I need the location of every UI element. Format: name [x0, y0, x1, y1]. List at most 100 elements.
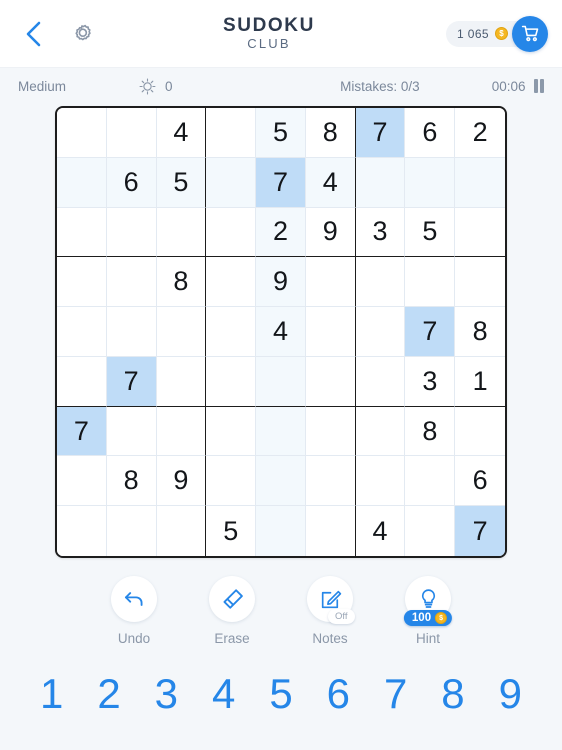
- numpad-key-3[interactable]: 3: [141, 673, 192, 715]
- cell-r9c4[interactable]: 5: [206, 506, 257, 556]
- cell-r3c6[interactable]: 9: [305, 207, 356, 258]
- cell-r3c1[interactable]: [57, 207, 107, 258]
- cell-r7c5[interactable]: [256, 406, 306, 457]
- cell-r5c6[interactable]: [305, 307, 356, 357]
- cell-r6c2[interactable]: 7: [106, 356, 157, 407]
- cell-r3c3[interactable]: [156, 207, 207, 258]
- cell-r7c9[interactable]: [455, 406, 505, 457]
- cell-r8c1[interactable]: [57, 456, 107, 507]
- cell-r3c8[interactable]: 5: [405, 207, 456, 258]
- cell-r2c4[interactable]: [206, 157, 257, 208]
- cell-r2c1[interactable]: [57, 157, 107, 208]
- cell-r4c9[interactable]: [455, 257, 505, 308]
- numpad-key-4[interactable]: 4: [198, 673, 249, 715]
- cell-r3c5[interactable]: 2: [256, 207, 306, 258]
- back-button[interactable]: [14, 15, 52, 53]
- cell-r2c8[interactable]: [405, 157, 456, 208]
- numpad-key-6[interactable]: 6: [313, 673, 364, 715]
- cell-r5c8[interactable]: 7: [405, 307, 456, 357]
- numpad-key-1[interactable]: 1: [26, 673, 77, 715]
- cell-r1c2[interactable]: [106, 108, 157, 158]
- number-pad[interactable]: 123456789: [0, 646, 562, 750]
- erase-button[interactable]: Erase: [202, 576, 262, 646]
- cell-r9c5[interactable]: [256, 506, 306, 556]
- cell-r9c3[interactable]: [156, 506, 207, 556]
- cell-r6c6[interactable]: [305, 356, 356, 407]
- cell-r6c3[interactable]: [156, 356, 207, 407]
- cell-r7c7[interactable]: [355, 406, 406, 457]
- numpad-key-7[interactable]: 7: [370, 673, 421, 715]
- cell-r5c1[interactable]: [57, 307, 107, 357]
- cell-r8c8[interactable]: [405, 456, 456, 507]
- shop-button[interactable]: [512, 15, 548, 52]
- cell-r8c5[interactable]: [256, 456, 306, 507]
- cell-r2c2[interactable]: 6: [106, 157, 157, 208]
- cell-r9c7[interactable]: 4: [355, 506, 406, 556]
- undo-button[interactable]: Undo: [104, 576, 164, 646]
- cell-r9c9[interactable]: 7: [455, 506, 505, 556]
- cell-r1c4[interactable]: [206, 108, 257, 158]
- cell-r8c6[interactable]: [305, 456, 356, 507]
- cell-r3c4[interactable]: [206, 207, 257, 258]
- numpad-key-5[interactable]: 5: [255, 673, 306, 715]
- notes-button[interactable]: Off Notes: [300, 576, 360, 646]
- cell-r4c2[interactable]: [106, 257, 157, 308]
- cell-r5c7[interactable]: [355, 307, 406, 357]
- cell-r7c6[interactable]: [305, 406, 356, 457]
- notes-toggle-state[interactable]: Off: [328, 609, 355, 624]
- cell-r8c4[interactable]: [206, 456, 257, 507]
- cell-r3c9[interactable]: [455, 207, 505, 258]
- cell-r3c2[interactable]: [106, 207, 157, 258]
- cell-r8c2[interactable]: 8: [106, 456, 157, 507]
- cell-r2c9[interactable]: [455, 157, 505, 208]
- cell-r6c7[interactable]: [355, 356, 406, 407]
- cell-r7c8[interactable]: 8: [405, 406, 456, 457]
- hint-button[interactable]: 100 $ Hint: [398, 576, 458, 646]
- cell-r4c6[interactable]: [305, 257, 356, 308]
- cell-r3c7[interactable]: 3: [355, 207, 406, 258]
- cell-r5c2[interactable]: [106, 307, 157, 357]
- cell-r1c3[interactable]: 4: [156, 108, 207, 158]
- cell-r4c4[interactable]: [206, 257, 257, 308]
- numpad-key-2[interactable]: 2: [83, 673, 134, 715]
- cell-r8c9[interactable]: 6: [455, 456, 505, 507]
- cell-r2c6[interactable]: 4: [305, 157, 356, 208]
- cell-r6c1[interactable]: [57, 356, 107, 407]
- cell-r1c6[interactable]: 8: [305, 108, 356, 158]
- cell-r9c8[interactable]: [405, 506, 456, 556]
- cell-r6c5[interactable]: [256, 356, 306, 407]
- cell-r6c4[interactable]: [206, 356, 257, 407]
- cell-r4c7[interactable]: [355, 257, 406, 308]
- cell-r1c9[interactable]: 2: [455, 108, 505, 158]
- cell-r4c3[interactable]: 8: [156, 257, 207, 308]
- pause-button[interactable]: [533, 79, 544, 93]
- cell-r4c5[interactable]: 9: [256, 257, 306, 308]
- cell-r7c1[interactable]: 7: [57, 406, 107, 457]
- cell-r7c4[interactable]: [206, 406, 257, 457]
- cell-r4c8[interactable]: [405, 257, 456, 308]
- cell-r5c4[interactable]: [206, 307, 257, 357]
- cell-r9c1[interactable]: [57, 506, 107, 556]
- cell-r8c3[interactable]: 9: [156, 456, 207, 507]
- cell-r1c1[interactable]: [57, 108, 107, 158]
- cell-r5c9[interactable]: 8: [455, 307, 505, 357]
- cell-r9c6[interactable]: [305, 506, 356, 556]
- cell-r7c3[interactable]: [156, 406, 207, 457]
- cell-r4c1[interactable]: [57, 257, 107, 308]
- cell-r1c7[interactable]: 7: [355, 108, 406, 158]
- cell-r7c2[interactable]: [106, 406, 157, 457]
- sudoku-board[interactable]: 458762657429358947873178896547: [55, 106, 507, 558]
- cell-r5c5[interactable]: 4: [256, 307, 306, 357]
- cell-r5c3[interactable]: [156, 307, 207, 357]
- cell-r1c8[interactable]: 6: [405, 108, 456, 158]
- cell-r6c8[interactable]: 3: [405, 356, 456, 407]
- cell-r9c2[interactable]: [106, 506, 157, 556]
- cell-r1c5[interactable]: 5: [256, 108, 306, 158]
- cell-r8c7[interactable]: [355, 456, 406, 507]
- cell-r6c9[interactable]: 1: [455, 356, 505, 407]
- cell-r2c3[interactable]: 5: [156, 157, 207, 208]
- cell-r2c5[interactable]: 7: [256, 157, 306, 208]
- cell-r2c7[interactable]: [355, 157, 406, 208]
- numpad-key-9[interactable]: 9: [485, 673, 536, 715]
- numpad-key-8[interactable]: 8: [427, 673, 478, 715]
